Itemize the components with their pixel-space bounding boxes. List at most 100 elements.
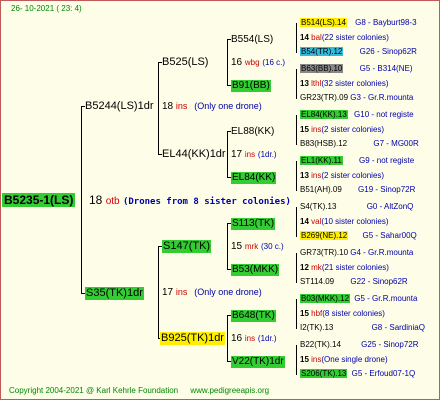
connector [296, 207, 297, 237]
g4-row: B63(BB).10 G5 - B314(NE) [300, 64, 413, 73]
g4-queen[interactable]: B03(MKK).12 [300, 294, 351, 303]
g2-queen[interactable]: S147(TK) [162, 240, 212, 253]
g4-row: 15 ins(One single drone) [300, 356, 388, 364]
g4-queen[interactable]: B51(AH).09 [300, 185, 342, 194]
g4-queen[interactable]: B54(TR).12 [300, 47, 344, 56]
g4-row: 14 val(10 sister colonies) [300, 218, 389, 226]
g4-row: 15 hbf(8 sister colonies) [300, 310, 385, 318]
g3-queen[interactable]: B648(TK) [231, 310, 276, 322]
g4-queen[interactable]: B22(TK).14 [300, 340, 341, 349]
g3-queen[interactable]: B53(MKK) [231, 264, 280, 276]
g4-tag: ins [311, 171, 322, 180]
g4-row: B03(MKK).12 G5 - Gr.R.mounta [300, 294, 417, 303]
g4-num: 13 [300, 171, 309, 180]
g4-info[interactable]: G5 - Erfoud07-1Q [352, 369, 416, 378]
g4-info[interactable]: G5 - B314(NE) [360, 64, 413, 73]
g4-info[interactable]: G22 - Sinop62R [350, 277, 407, 286]
g4-tag: lthl [311, 79, 322, 88]
g3-queen[interactable]: B554(LS) [231, 35, 273, 45]
connector [296, 299, 297, 329]
g3-queen[interactable]: V22(TK)1dr [231, 356, 285, 368]
g4-row: B269(NE).12 G5 - Sahar00Q [300, 231, 417, 240]
g2-num: 17 [231, 149, 243, 160]
g1-note: (Only one drone) [194, 287, 262, 297]
g4-row: ST114.09 G22 - Sinop62R [300, 278, 408, 286]
date-stamp: 26- 10-2021 ( 23: 4) [11, 4, 82, 13]
g4-tag: ins [311, 355, 322, 364]
g4-info[interactable]: G5 - Sahar00Q [362, 231, 416, 240]
g1-info: 17 ins (Only one drone) [162, 288, 262, 298]
g2-tag: mrk [244, 242, 259, 251]
g4-queen[interactable]: GR23(TR).09 [300, 93, 348, 102]
site-link[interactable]: www.pedigreeapis.org [190, 386, 269, 395]
g2-num: 16 [231, 57, 243, 68]
g3-queen[interactable]: EL84(KK) [231, 172, 277, 184]
g4-note: (21 sister colonies) [321, 263, 389, 272]
g4-info[interactable]: G25 - Sinop72R [361, 340, 418, 349]
g4-info[interactable]: G9 - not registe [359, 156, 414, 165]
g4-info[interactable]: G26 - Sinop62R [360, 47, 417, 56]
g4-note: (22 sister colonies) [321, 33, 389, 42]
connector [296, 69, 297, 99]
g1-queen[interactable]: S35(TK)1dr [85, 287, 144, 300]
g4-row: I2(TK).13 G8 - SardiniaQ [300, 324, 425, 332]
g4-info[interactable]: G8 - SardiniaQ [372, 323, 425, 332]
g2-queen[interactable]: B925(TK)1dr [160, 332, 225, 345]
g4-info[interactable]: G0 - AltZonQ [367, 202, 414, 211]
g4-note: (One single drone) [321, 355, 388, 364]
connector [296, 115, 297, 145]
connector [158, 246, 159, 338]
g4-queen[interactable]: B83(HSB).12 [300, 139, 347, 148]
root-tag: otb [105, 196, 120, 207]
g2-tag: ins [244, 150, 256, 159]
g4-queen[interactable]: EL84(KK).13 [300, 110, 348, 119]
connector [227, 39, 228, 85]
root-queen[interactable]: B5235-1(LS) [2, 193, 76, 207]
g1-tag: ins [175, 101, 188, 111]
g4-info[interactable]: G8 - Bayburt98-3 [355, 18, 416, 27]
g4-note: (2 sister colonies) [321, 171, 385, 180]
g4-queen[interactable]: GR73(TR).10 [300, 248, 348, 257]
connector [296, 23, 297, 53]
g2-tag: ins [244, 334, 256, 343]
g4-queen[interactable]: B63(BB).10 [300, 64, 344, 73]
g3-queen[interactable]: S113(TK) [231, 218, 276, 230]
connector [227, 131, 228, 177]
g4-row: S4(TK).13 G0 - AltZonQ [300, 203, 413, 211]
g4-row: EL84(KK).13 G10 - not registe [300, 110, 414, 119]
g4-info[interactable]: G4 - Gr.R.mounta [350, 248, 413, 257]
g3-queen[interactable]: B91(BB) [231, 80, 271, 92]
g4-tag: val [311, 217, 322, 226]
g4-tag: ins [311, 125, 322, 134]
g4-queen[interactable]: S4(TK).13 [300, 202, 336, 211]
g4-num: 12 [300, 263, 309, 272]
g4-queen[interactable]: I2(TK).13 [300, 323, 333, 332]
g1-queen[interactable]: B5244(LS)1dr [85, 101, 154, 112]
connector [296, 253, 297, 283]
g4-queen[interactable]: B514(LS).14 [300, 18, 347, 27]
g4-tag: hbf [311, 309, 323, 318]
g2-queen[interactable]: B525(LS) [162, 57, 208, 68]
g4-num: 15 [300, 125, 309, 134]
g4-row: 13 lthl(32 sister colonies) [300, 80, 389, 88]
g4-info[interactable]: G10 - not registe [354, 110, 414, 119]
g4-row: GR73(TR).10 G4 - Gr.R.mounta [300, 249, 413, 257]
g4-queen[interactable]: S206(TK).13 [300, 369, 348, 378]
g4-num: 14 [300, 217, 309, 226]
g4-info[interactable]: G19 - Sinop72R [358, 185, 415, 194]
g4-queen[interactable]: EL1(KK).11 [300, 156, 343, 165]
g3-queen[interactable]: EL88(KK) [231, 127, 274, 137]
g4-info[interactable]: G5 - Gr.R.mounta [354, 294, 417, 303]
g4-row: EL1(KK).11 G9 - not registe [300, 156, 414, 165]
g4-queen[interactable]: B269(NE).12 [300, 231, 349, 240]
g1-note: (Only one drone) [194, 101, 262, 111]
g4-info[interactable]: G3 - Gr.R.mounta [350, 93, 413, 102]
g4-tag: mk [311, 263, 322, 272]
g4-row: GR23(TR).09 G3 - Gr.R.mounta [300, 94, 413, 102]
g2-queen[interactable]: EL44(KK)1dr [162, 149, 226, 160]
g4-note: (32 sister colonies) [321, 79, 389, 88]
g4-info[interactable]: G7 - MG00R [373, 139, 418, 148]
g4-note: (10 sister colonies) [321, 217, 389, 226]
connector [227, 315, 228, 361]
g4-queen[interactable]: ST114.09 [300, 277, 334, 286]
